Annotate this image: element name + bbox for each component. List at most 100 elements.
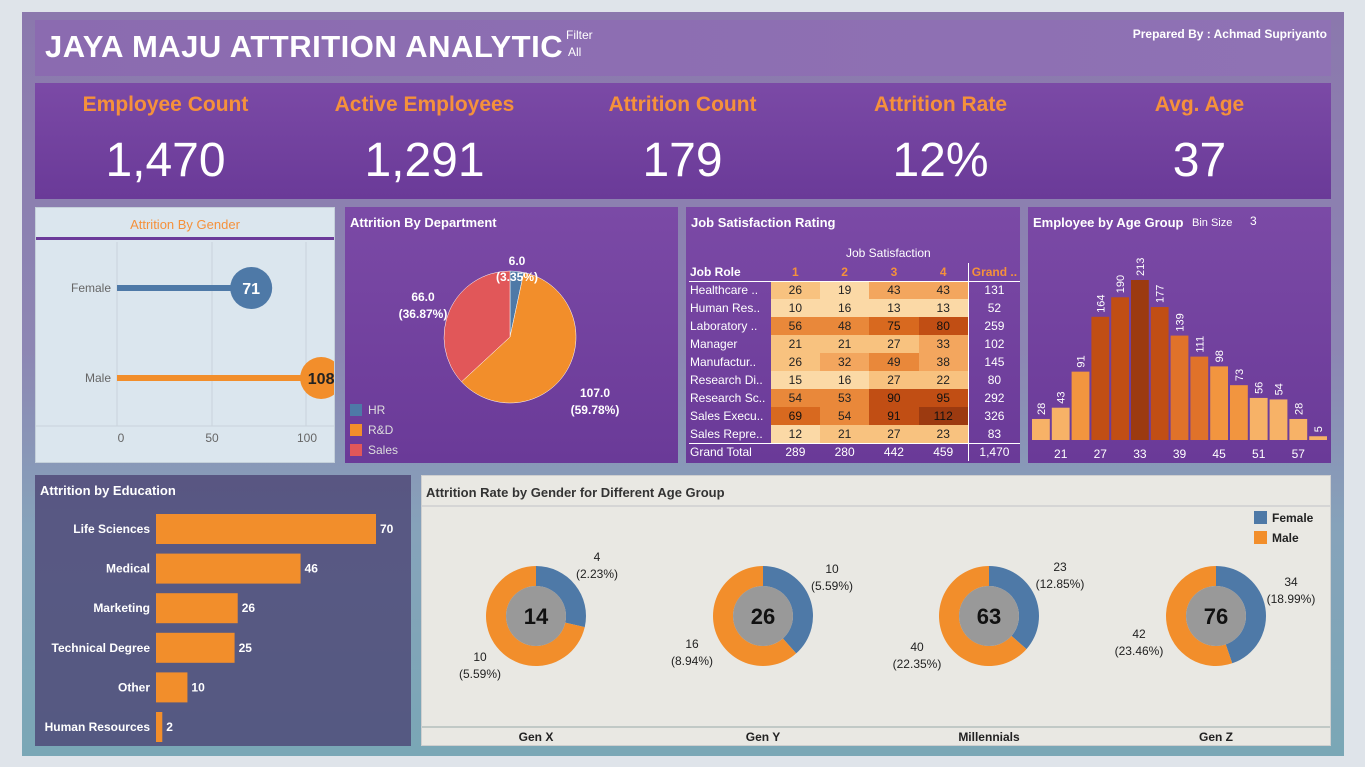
heat-cell[interactable]: 27: [869, 425, 919, 443]
heat-cell[interactable]: 56: [770, 317, 820, 335]
row-role: Healthcare ..: [690, 283, 759, 298]
age-axis-tick: 39: [1173, 447, 1187, 461]
heat-cell[interactable]: 49: [869, 353, 919, 371]
table-row: Manager 21 21 27 33 102: [689, 335, 1020, 353]
heat-cell[interactable]: 21: [770, 335, 820, 353]
kpi-value: 37: [1172, 134, 1227, 187]
gender-panel: Attrition By Gender Female Male 71 108 0…: [35, 207, 335, 463]
edu-bar[interactable]: [156, 672, 188, 703]
age-bar[interactable]: [1230, 385, 1248, 440]
gender-label-male: Male: [85, 371, 111, 385]
age-bar[interactable]: [1032, 418, 1050, 440]
edu-value: 70: [380, 522, 394, 536]
heat-cell[interactable]: 48: [820, 317, 870, 335]
heat-cell[interactable]: 19: [820, 281, 870, 299]
heat-cell[interactable]: 90: [869, 389, 919, 407]
kpi-value: 1,470: [105, 134, 226, 187]
age-axis-tick: 33: [1133, 447, 1147, 461]
heat-cell[interactable]: 43: [918, 281, 969, 299]
row-total: 80: [967, 371, 1020, 389]
heat-cell[interactable]: 32: [820, 353, 870, 371]
age-bar[interactable]: [1091, 316, 1110, 440]
heat-cell[interactable]: 91: [869, 407, 919, 425]
edu-bar[interactable]: [156, 514, 376, 544]
heat-cell[interactable]: 10: [770, 299, 820, 317]
table-row: Research Sc.. 54 53 90 95 292: [689, 389, 1020, 407]
heat-cell[interactable]: 13: [869, 299, 919, 317]
age-axis-tick: 21: [1054, 447, 1068, 461]
legend-label-hr: HR: [368, 403, 386, 417]
edu-bar[interactable]: [156, 593, 238, 624]
filter-dropdown[interactable]: All: [568, 45, 581, 59]
filter-label: Filter: [566, 28, 593, 42]
age-axis-tick: 57: [1292, 447, 1306, 461]
age-bar[interactable]: [1071, 371, 1090, 440]
edu-label: Marketing: [93, 601, 150, 615]
table-header-row: Job Role 1 2 3 4 Grand ..: [689, 263, 1020, 281]
heat-cell[interactable]: 21: [820, 335, 870, 353]
heat-cell[interactable]: 16: [820, 299, 870, 317]
row-role: Research Di..: [690, 373, 763, 387]
donut-label-female: 23: [1053, 560, 1067, 574]
age-bar[interactable]: [1131, 280, 1149, 440]
age-bar[interactable]: [1249, 397, 1268, 440]
heat-cell[interactable]: 16: [820, 371, 870, 389]
heat-cell[interactable]: 53: [820, 389, 870, 407]
edu-bar[interactable]: [156, 632, 235, 663]
gender-chart: Female Male 71 108 0 50 100: [36, 242, 334, 445]
kpi-value: 179: [642, 134, 723, 187]
col-header: 1: [792, 264, 799, 279]
heat-cell[interactable]: 75: [869, 317, 919, 335]
heat-cell[interactable]: 95: [918, 389, 969, 407]
heat-cell[interactable]: 38: [918, 353, 969, 371]
age-bar[interactable]: [1111, 297, 1129, 440]
legend-label-sales: Sales: [368, 443, 398, 457]
gender-bar-male[interactable]: [117, 375, 322, 381]
heat-cell[interactable]: 54: [770, 389, 820, 407]
age-bar[interactable]: [1269, 399, 1288, 440]
heat-cell[interactable]: 22: [918, 371, 969, 389]
heat-cell[interactable]: 26: [770, 281, 820, 299]
heat-cell[interactable]: 54: [820, 407, 870, 425]
heat-cell[interactable]: 15: [770, 371, 820, 389]
age-bar[interactable]: [1170, 335, 1189, 440]
heat-cell[interactable]: 12: [770, 425, 820, 443]
heat-cell[interactable]: 21: [820, 425, 870, 443]
heat-cell[interactable]: 13: [918, 299, 969, 317]
row-total: 145: [967, 353, 1020, 371]
heat-cell[interactable]: 27: [869, 371, 919, 389]
age-bar[interactable]: [1309, 436, 1327, 440]
heat-cell[interactable]: 80: [918, 317, 969, 335]
heat-cell[interactable]: 26: [770, 353, 820, 371]
age-group-panel: Employee by Age Group Bin Size 3 28 43 91 1…: [1028, 207, 1331, 463]
donut-pct-female: (2.23%): [576, 567, 618, 581]
age-axis-tick: 51: [1252, 447, 1266, 461]
heat-cell[interactable]: 43: [869, 281, 919, 299]
heat-cell[interactable]: 69: [770, 407, 820, 425]
grand-total-label: Grand Total: [690, 445, 752, 460]
gender-value-female: 71: [242, 281, 260, 298]
age-bar[interactable]: [1051, 407, 1070, 440]
heat-cell[interactable]: 27: [869, 335, 919, 353]
edu-label: Medical: [106, 562, 150, 576]
age-bar[interactable]: [1210, 366, 1228, 440]
row-role: Sales Execu..: [690, 409, 764, 423]
age-bar[interactable]: [1190, 356, 1209, 440]
row-role: Manager: [690, 337, 738, 351]
kpi-label: Employee Count: [82, 93, 249, 116]
kpi-value: 1,291: [364, 134, 485, 187]
edu-bar[interactable]: [156, 553, 301, 584]
row-role: Laboratory ..: [690, 319, 758, 333]
age-bar[interactable]: [1289, 418, 1308, 440]
kpi-avg-age: Avg. Age 37: [1070, 83, 1329, 199]
heat-cell[interactable]: 33: [918, 335, 969, 353]
age-bar-label: 91: [1076, 355, 1088, 367]
age-bar[interactable]: [1150, 307, 1169, 440]
heat-cell[interactable]: 23: [918, 425, 969, 443]
slice-pct-rd: (59.78%): [571, 403, 620, 417]
edu-label: Other: [118, 680, 150, 694]
edu-bar[interactable]: [156, 712, 163, 742]
heat-cell[interactable]: 112: [918, 407, 969, 425]
department-pie: 6.0 (3.35%) 66.0 (36.87%) 107.0 (59.78%)…: [350, 254, 620, 457]
edu-value: 10: [191, 680, 205, 694]
